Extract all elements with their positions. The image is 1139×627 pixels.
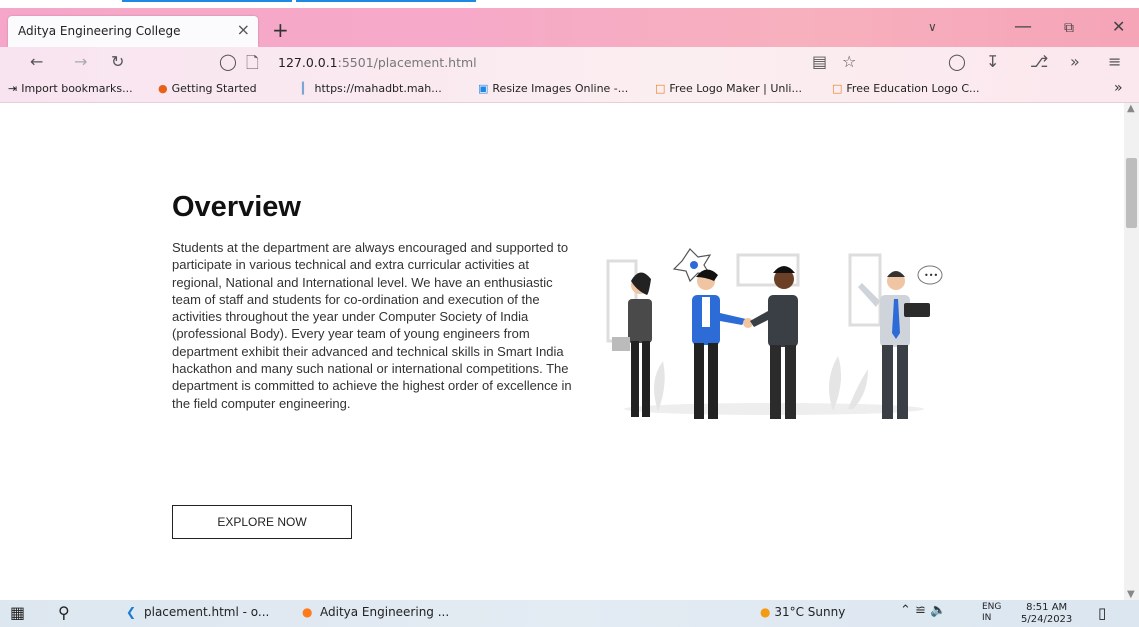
scrollbar-thumb[interactable] bbox=[1126, 158, 1137, 228]
navigation-toolbar: ← → ↻ ◯ 🗋 127.0.0.1:5501/placement.html … bbox=[0, 47, 1139, 77]
download-icon[interactable]: ↧ bbox=[986, 52, 999, 71]
browser-titlebar: Aditya Engineering College × + ∨ — ⧉ ✕ bbox=[0, 8, 1139, 47]
tab-close-icon[interactable]: × bbox=[237, 20, 250, 39]
notification-icon[interactable]: ▯ bbox=[1098, 604, 1106, 622]
explore-now-button[interactable]: EXPLORE NOW bbox=[172, 505, 352, 539]
url-bar[interactable]: 127.0.0.1:5501/placement.html bbox=[278, 55, 477, 70]
search-icon[interactable]: ⚲ bbox=[58, 603, 70, 622]
image-icon: ▣ bbox=[478, 82, 489, 95]
menu-icon[interactable]: ≡ bbox=[1108, 52, 1121, 71]
window-close-icon[interactable]: ✕ bbox=[1112, 17, 1125, 36]
weather-text: 31°C Sunny bbox=[774, 605, 846, 619]
bookmark-item[interactable]: ● Getting Started bbox=[158, 82, 257, 95]
pocket-icon[interactable]: ◯ bbox=[948, 52, 966, 71]
import-icon: ⇥ bbox=[8, 82, 18, 95]
page-title: Overview bbox=[172, 191, 301, 223]
scroll-up-icon[interactable]: ▲ bbox=[1127, 103, 1135, 114]
chevron-up-icon[interactable]: ⌃ bbox=[900, 603, 911, 618]
clock[interactable]: 8:51 AM 5/24/2023 bbox=[1021, 602, 1072, 626]
bookmark-label: Import bookmarks... bbox=[21, 82, 133, 95]
taskbar-firefox[interactable]: ● Aditya Engineering ... bbox=[302, 605, 449, 619]
page-icon: ▎ bbox=[302, 82, 311, 95]
bookmark-label: Free Education Logo C... bbox=[846, 82, 980, 95]
bookmark-item[interactable]: ▎ https://mahadbt.mah... bbox=[302, 82, 442, 95]
shield-icon[interactable]: ◯ bbox=[219, 52, 237, 71]
bookmark-item[interactable]: □ Free Logo Maker | Unli... bbox=[655, 82, 802, 95]
clock-time: 8:51 AM bbox=[1026, 602, 1068, 613]
bookmarks-overflow-icon[interactable]: » bbox=[1114, 80, 1123, 96]
bookmark-star-icon[interactable]: ☆ bbox=[842, 52, 856, 71]
bookmark-label: https://mahadbt.mah... bbox=[314, 82, 442, 95]
team-handshake-illustration: ••• bbox=[606, 248, 943, 419]
scroll-down-icon[interactable]: ▼ bbox=[1127, 589, 1135, 600]
clock-date: 5/24/2023 bbox=[1021, 614, 1073, 625]
bookmark-item[interactable]: □ Free Education Logo C... bbox=[832, 82, 980, 95]
speaker-icon[interactable]: 🔈 bbox=[930, 603, 946, 618]
windows-taskbar: ▦ ⚲ ❮ placement.html - o... ● Aditya Engin… bbox=[0, 600, 1139, 627]
forward-icon[interactable]: → bbox=[74, 52, 87, 71]
vscode-icon: ❮ bbox=[126, 605, 137, 619]
lang-region: IN bbox=[982, 613, 992, 623]
taskbar-firefox-label: Aditya Engineering ... bbox=[320, 605, 450, 619]
sun-icon: ● bbox=[760, 605, 771, 619]
system-tray[interactable]: ⌃ ≌ 🔈 bbox=[900, 603, 946, 618]
weather-widget[interactable]: ● 31°C Sunny bbox=[760, 605, 845, 619]
bookmark-label: Free Logo Maker | Unli... bbox=[669, 82, 802, 95]
bookmark-item[interactable]: ⇥ Import bookmarks... bbox=[8, 82, 133, 95]
overview-paragraph: Students at the department are always en… bbox=[172, 240, 572, 411]
language-indicator[interactable]: ENG IN bbox=[982, 602, 1001, 624]
url-host: 127.0.0.1 bbox=[278, 55, 338, 70]
lang-code: ENG bbox=[982, 602, 1002, 612]
bookmark-label: Resize Images Online -... bbox=[492, 82, 629, 95]
tab-title: Aditya Engineering College bbox=[18, 24, 181, 38]
new-tab-icon[interactable]: + bbox=[272, 18, 289, 42]
list-tabs-icon[interactable]: ∨ bbox=[928, 20, 937, 34]
restore-icon[interactable]: ⧉ bbox=[1064, 20, 1074, 36]
page-content: Overview Students at the department are … bbox=[0, 103, 1124, 600]
browser-tab[interactable]: Aditya Engineering College × bbox=[8, 16, 258, 47]
extensions-icon[interactable]: ⎇ bbox=[1030, 52, 1048, 71]
vertical-scrollbar[interactable]: ▲ ▼ bbox=[1124, 103, 1139, 600]
reload-icon[interactable]: ↻ bbox=[111, 52, 124, 71]
firefox-icon: ● bbox=[158, 82, 168, 95]
logo-icon: □ bbox=[832, 82, 843, 95]
bookmarks-bar: ⇥ Import bookmarks... ● Getting Started ▎ h… bbox=[0, 77, 1139, 103]
url-path: :5501/placement.html bbox=[337, 55, 477, 70]
wifi-icon[interactable]: ≌ bbox=[915, 603, 926, 618]
taskbar-vscode[interactable]: ❮ placement.html - o... bbox=[126, 605, 269, 619]
svg-text:•••: ••• bbox=[924, 271, 938, 280]
windows-start-icon[interactable]: ▦ bbox=[10, 603, 25, 622]
top-strip-seg bbox=[296, 0, 476, 2]
back-icon[interactable]: ← bbox=[30, 52, 43, 71]
page-info-icon[interactable]: 🗋 bbox=[246, 52, 259, 79]
top-strip-seg bbox=[122, 0, 292, 2]
firefox-icon: ● bbox=[302, 605, 313, 619]
taskbar-vscode-label: placement.html - o... bbox=[144, 605, 270, 619]
more-tools-icon[interactable]: » bbox=[1070, 52, 1080, 71]
minimize-icon[interactable]: — bbox=[1014, 16, 1032, 37]
reader-view-icon[interactable]: ▤ bbox=[812, 52, 827, 71]
bookmark-item[interactable]: ▣ Resize Images Online -... bbox=[478, 82, 628, 95]
logo-icon: □ bbox=[655, 82, 666, 95]
bookmark-label: Getting Started bbox=[171, 82, 257, 95]
top-strip bbox=[0, 0, 1139, 8]
